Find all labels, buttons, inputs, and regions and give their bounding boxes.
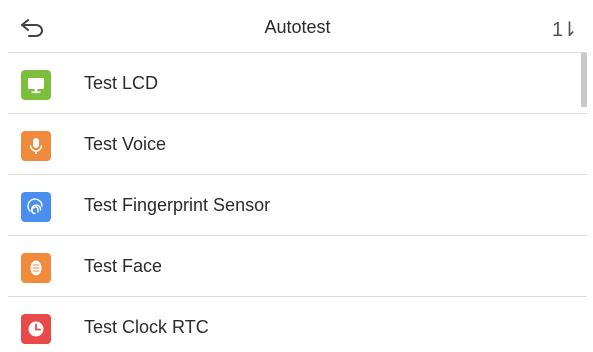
item-label: Test Fingerprint Sensor [84,195,271,215]
item-label: Test Clock RTC [84,317,209,337]
item-label: Test Voice [84,134,167,154]
test-list: Test LCD Test Voice Test Fingerprint Sen… [8,53,587,352]
autotest-screen: Autotest 1⇂ Test LCD Test Voice Test Fin… [8,4,587,352]
list-item-test-fingerprint-sensor[interactable]: Test Fingerprint Sensor [8,175,587,236]
list-item-test-voice[interactable]: Test Voice [8,114,587,175]
tile-test-face [21,253,51,283]
item-label: Test Face [84,256,163,276]
fingerprint-icon [27,198,43,215]
tile-test-voice [21,131,51,161]
clock-icon [28,321,44,337]
header-bar: Autotest 1⇂ [8,4,587,53]
list-item-test-clock-rtc[interactable]: Test Clock RTC [8,297,587,352]
tile-test-fingerprint [21,192,51,222]
sort-button[interactable]: 1⇂ [547,14,581,44]
tile-test-lcd [21,70,51,100]
back-button[interactable] [12,12,52,44]
monitor-icon [28,78,44,94]
tile-test-clock [21,314,51,344]
page-title: Autotest [264,17,331,37]
back-arrow-icon [21,19,43,37]
scrollbar[interactable] [581,53,587,107]
face-icon [30,260,42,276]
list-item-test-face[interactable]: Test Face [8,236,587,297]
sort-icon: 1⇂ [552,18,578,41]
microphone-icon [29,138,43,154]
list-item-test-lcd[interactable]: Test LCD [8,53,587,114]
item-label: Test LCD [84,73,159,93]
